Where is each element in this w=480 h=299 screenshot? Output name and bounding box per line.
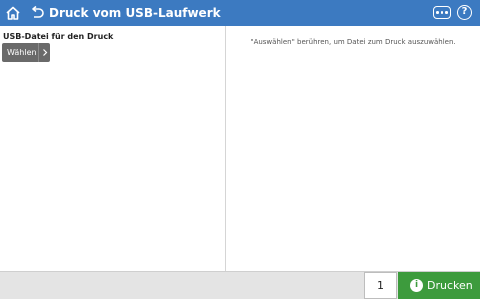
- section-label: USB-Datei für den Druck: [3, 32, 114, 41]
- more-options-icon: [436, 11, 448, 14]
- help-button[interactable]: ?: [457, 5, 472, 20]
- left-panel: USB-Datei für den Druck Wählen: [0, 26, 226, 271]
- print-button-label: Drucken: [427, 279, 473, 292]
- home-icon: [6, 6, 20, 20]
- back-icon: [32, 5, 44, 18]
- choose-button[interactable]: Wählen: [2, 43, 50, 62]
- copies-field[interactable]: 1: [364, 272, 397, 299]
- chevron-right-icon: [43, 49, 48, 56]
- choose-button-divider: [38, 43, 39, 62]
- choose-button-label: Wählen: [7, 48, 37, 57]
- back-button[interactable]: [28, 4, 46, 22]
- more-options-button[interactable]: [433, 6, 451, 19]
- right-panel: "Auswählen" berühren, um Datei zum Druck…: [226, 26, 480, 271]
- page-title: Druck vom USB-Laufwerk: [49, 6, 221, 20]
- instruction-text: "Auswählen" berühren, um Datei zum Druck…: [250, 38, 456, 46]
- header-bar: Druck vom USB-Laufwerk ?: [0, 0, 480, 26]
- info-icon: i: [410, 279, 423, 292]
- home-button[interactable]: [4, 4, 22, 22]
- print-button[interactable]: i Drucken: [398, 272, 480, 299]
- help-icon: ?: [461, 6, 468, 17]
